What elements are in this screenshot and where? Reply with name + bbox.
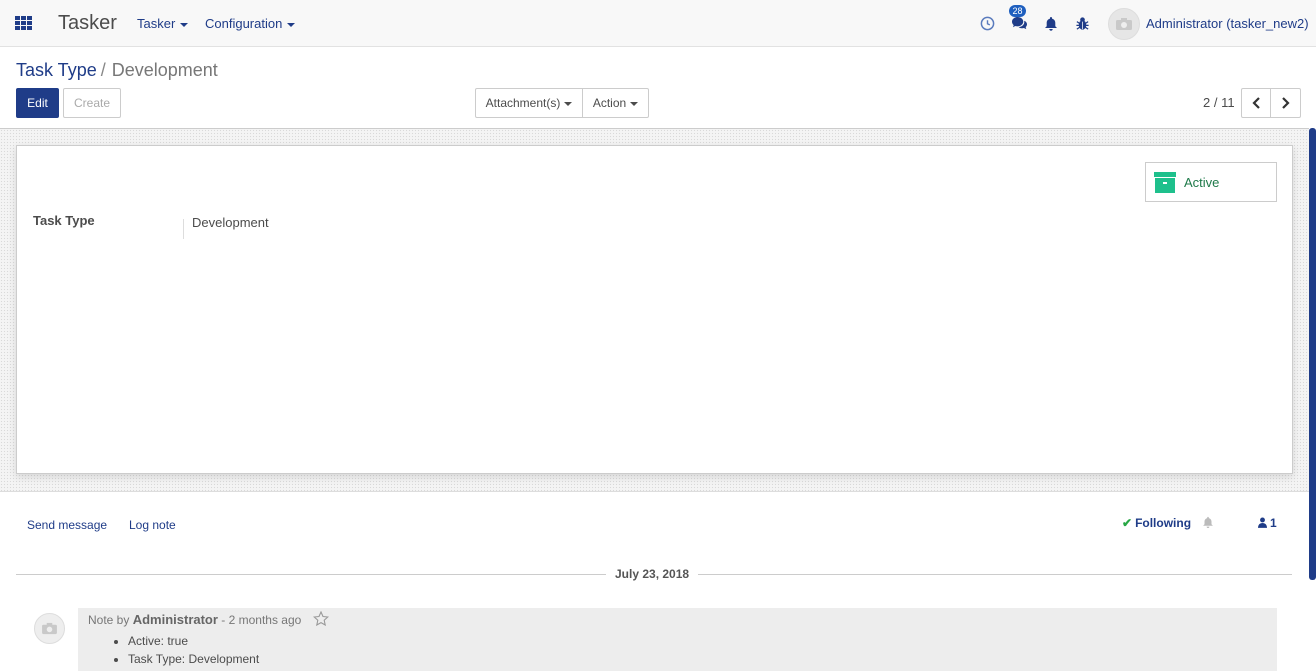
action-label: Action: [592, 96, 627, 110]
following-button[interactable]: ✔ Following: [1122, 516, 1191, 530]
messages-badge: 28: [1009, 5, 1026, 17]
camera-avatar-icon: [1116, 18, 1132, 30]
breadcrumb-current: Development: [111, 60, 218, 80]
chevron-right-icon: [1282, 97, 1290, 109]
pager-previous-button[interactable]: [1241, 88, 1271, 118]
top-navbar: Tasker Tasker Configuration 28 Administr…: [0, 0, 1316, 47]
followers-button[interactable]: 1: [1258, 516, 1277, 530]
edit-button[interactable]: Edit: [16, 88, 59, 118]
followers-count: 1: [1270, 516, 1277, 530]
message-author[interactable]: Administrator: [133, 612, 218, 627]
active-label: Active: [1184, 175, 1220, 190]
breadcrumb: Task Type / Development: [16, 60, 218, 81]
menu-configuration[interactable]: Configuration: [205, 16, 296, 31]
clock-icon[interactable]: [980, 16, 995, 34]
menu-tasker[interactable]: Tasker: [137, 16, 189, 31]
caret-down-icon: [287, 22, 296, 27]
active-toggle-button[interactable]: Active: [1145, 162, 1277, 202]
tracking-values-list: Active: true Task Type: Development: [128, 632, 259, 668]
pager-next-button[interactable]: [1270, 88, 1301, 118]
apps-grid-icon[interactable]: [15, 16, 32, 31]
task-type-value: Development: [192, 215, 269, 230]
task-type-label: Task Type: [33, 213, 95, 228]
breadcrumb-separator: /: [100, 60, 106, 80]
menu-tasker-label: Tasker: [137, 16, 176, 31]
app-brand: Tasker: [58, 12, 117, 34]
message-header: Note by Administrator - 2 months ago: [88, 612, 301, 627]
field-divider: [183, 219, 184, 239]
send-message-link[interactable]: Send message: [27, 518, 107, 532]
tracking-value: Task Type: Development: [128, 650, 259, 668]
following-label: Following: [1135, 516, 1192, 530]
user-menu[interactable]: Administrator (tasker_new2): [1146, 16, 1309, 31]
date-separator: July 23, 2018: [606, 567, 699, 581]
pager-value[interactable]: 2 / 11: [1203, 95, 1235, 110]
create-button[interactable]: Create: [63, 88, 121, 118]
caret-down-icon: [564, 101, 573, 106]
tracking-value: Active: true: [128, 632, 259, 650]
caret-down-icon: [180, 22, 189, 27]
log-note-link[interactable]: Log note: [129, 518, 176, 532]
star-icon[interactable]: [312, 610, 330, 629]
subscription-bell-icon[interactable]: [1202, 516, 1214, 532]
form-sheet: Active Task Type Development: [16, 145, 1293, 474]
message-author-avatar[interactable]: [34, 613, 65, 644]
caret-down-icon: [630, 101, 639, 106]
bug-icon[interactable]: [1075, 16, 1090, 34]
camera-avatar-icon: [42, 622, 57, 635]
user-icon: [1258, 517, 1267, 528]
chat-icon[interactable]: [1011, 16, 1028, 34]
vertical-scrollbar[interactable]: [1309, 128, 1316, 580]
action-dropdown[interactable]: Action: [582, 88, 649, 118]
user-avatar[interactable]: [1108, 8, 1140, 40]
archive-icon: [1154, 172, 1176, 193]
chevron-left-icon: [1251, 97, 1260, 109]
menu-configuration-label: Configuration: [205, 16, 283, 31]
message-prefix: Note by: [88, 613, 130, 627]
check-icon: ✔: [1122, 516, 1133, 530]
chatter-message: Note by Administrator - 2 months ago Act…: [78, 608, 1277, 671]
attachments-dropdown[interactable]: Attachment(s): [475, 88, 583, 118]
breadcrumb-task-type[interactable]: Task Type: [16, 60, 97, 80]
attachments-label: Attachment(s): [485, 96, 561, 110]
message-time: - 2 months ago: [221, 613, 302, 627]
bell-icon[interactable]: [1044, 16, 1058, 35]
